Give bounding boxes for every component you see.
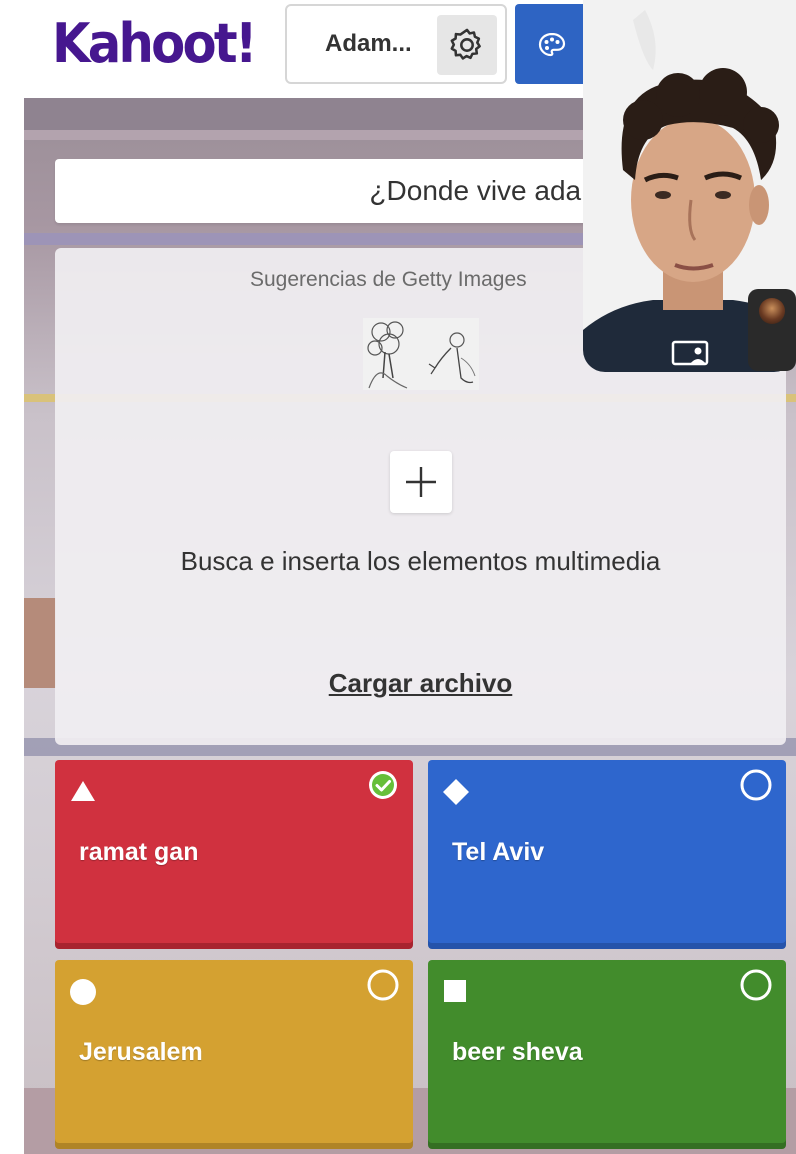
correct-toggle-icon[interactable] (367, 969, 399, 1001)
answer-text: Tel Aviv (452, 838, 545, 866)
sketch-tree-image (363, 318, 421, 390)
correct-toggle-icon[interactable] (740, 769, 772, 801)
video-side-tab[interactable] (748, 289, 796, 371)
picture-in-picture-icon[interactable] (671, 340, 709, 366)
theme-button[interactable] (515, 4, 590, 84)
upload-file-link[interactable]: Cargar archivo (55, 668, 786, 699)
answer-option-1[interactable]: ramat gan (55, 760, 413, 943)
sketch-figure-image (421, 318, 479, 390)
triangle-icon (71, 781, 95, 801)
add-media-button[interactable] (390, 451, 452, 513)
plus-icon (406, 467, 436, 497)
circle-icon (70, 979, 96, 1005)
correct-toggle-icon[interactable] (740, 969, 772, 1001)
question-title: ¿Donde vive adam? (369, 175, 620, 206)
gear-icon (450, 28, 481, 60)
square-icon (444, 980, 466, 1002)
avatar (759, 298, 785, 324)
background-desk (24, 598, 56, 688)
getty-thumbnail[interactable] (421, 318, 479, 390)
answer-option-2[interactable]: Tel Aviv (428, 760, 786, 943)
answer-text: beer sheva (452, 1038, 583, 1066)
player-name-box[interactable]: Adam... (285, 4, 507, 84)
answer-text: Jerusalem (79, 1038, 203, 1066)
correct-check-icon[interactable] (367, 769, 399, 801)
palette-icon (538, 32, 566, 57)
getty-thumbnails (363, 318, 479, 390)
answer-text: ramat gan (79, 838, 199, 866)
media-hint-text: Busca e inserta los elementos multimedia (180, 546, 661, 576)
getty-suggestions-label: Sugerencias de Getty Images (250, 268, 527, 291)
answer-option-3[interactable]: Jerusalem (55, 960, 413, 1143)
diamond-icon (443, 779, 469, 805)
kahoot-logo: Kahoot! (52, 12, 258, 75)
answer-option-4[interactable]: beer sheva (428, 960, 786, 1143)
player-name: Adam... (325, 30, 412, 57)
getty-thumbnail[interactable] (363, 318, 421, 390)
settings-button[interactable] (437, 15, 497, 75)
